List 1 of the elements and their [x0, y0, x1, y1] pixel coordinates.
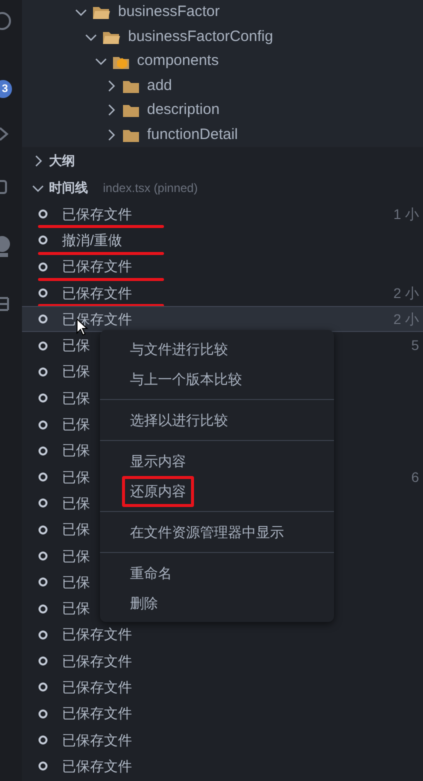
badge: 3 [0, 80, 12, 98]
